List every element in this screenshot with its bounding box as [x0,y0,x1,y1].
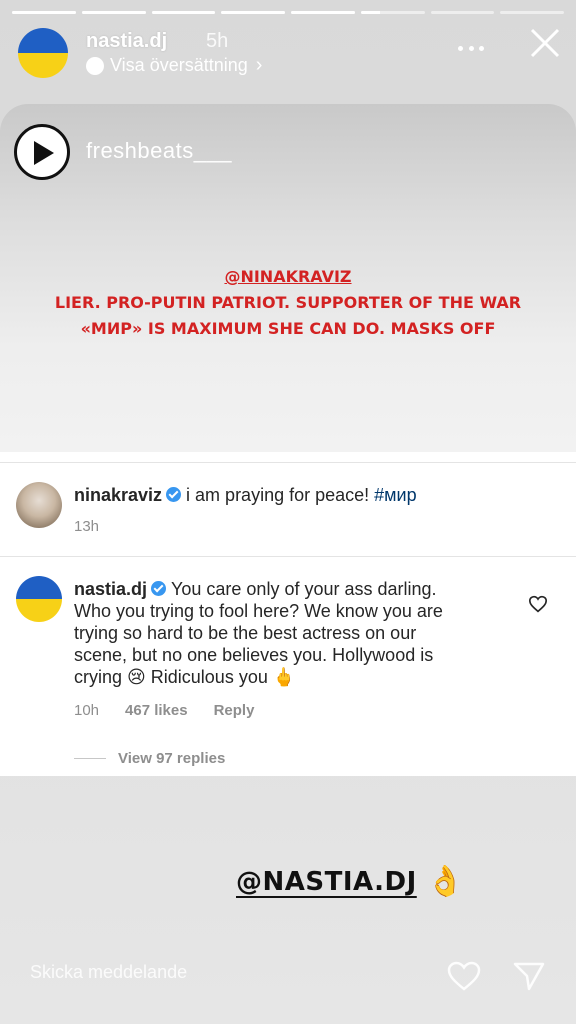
send-icon[interactable] [512,960,546,992]
translate-link[interactable]: Visa översättning › [86,54,262,77]
story-time: 5h [206,30,229,52]
comment-likes[interactable]: 467 likes [125,702,188,719]
comment-line: trying so hard to be the best actress on… [74,623,417,643]
like-heart-icon[interactable] [528,595,548,613]
reply-button[interactable]: Reply [214,702,255,719]
comment-text: i am praying for peace! [186,485,375,505]
shared-post: freshbeats___ @NINAKRAVIZ LIER. PRO-PUTI… [0,104,576,452]
chevron-right-icon: › [255,54,263,76]
post-line: LIER. PRO-PUTIN PATRIOT. SUPPORTER OF TH… [54,293,522,312]
progress-segment [151,11,216,14]
progress-segment [430,11,495,14]
comment-body: nastia.dj You care only of your ass darli… [74,578,514,688]
avatar[interactable] [16,576,62,622]
translate-icon [86,56,104,75]
comment-meta: 13h [74,518,99,535]
more-options-icon[interactable] [458,38,484,58]
comment-body: ninakraviz i am praying for peace! #мир [74,484,554,506]
comment-line: Who you trying to fool here? We know you… [74,601,443,621]
view-replies-link[interactable]: View 97 replies [74,750,225,767]
comment-time: 13h [74,518,100,535]
comment-time: 10h [74,702,100,719]
mention-sticker[interactable]: @NASTIA.DJ 👌 [236,864,465,899]
heart-icon[interactable] [446,960,482,992]
message-input[interactable]: Skicka meddelande [30,962,187,983]
music-label: freshbeats___ [86,138,232,163]
comment-meta: 10h 467 likes Reply [74,702,254,719]
avatar[interactable] [18,28,68,78]
story-header: nastia.dj 5h Visa översättning › [18,26,562,82]
verified-icon [166,487,182,502]
comments-panel: ninakraviz i am praying for peace! #мир 1… [0,452,576,776]
story-username[interactable]: nastia.dj [86,30,167,53]
post-text: @NINAKRAVIZ LIER. PRO-PUTIN PATRIOT. SUP… [0,264,576,342]
play-icon [34,141,54,165]
progress-segment [500,11,564,14]
progress-segment [81,11,146,14]
divider [74,758,106,759]
comment-line: You care only of your ass darling. [171,579,437,599]
comment-line: scene, but no one believes you. Hollywoo… [74,645,434,665]
hashtag-link[interactable]: #мир [374,485,416,505]
view-replies-label: View 97 replies [118,750,226,767]
post-line: «МИР» IS MAXIMUM SHE CAN DO. MASKS OFF [80,319,496,338]
verified-icon [151,581,167,596]
progress-segment [360,11,425,14]
comment-line: crying 😢 Ridiculous you 🖕 [74,667,296,687]
divider [0,462,576,463]
comment-username[interactable]: nastia.dj [74,579,147,599]
post-mention[interactable]: @NINAKRAVIZ [0,264,576,290]
close-icon[interactable] [528,26,562,60]
comment-username[interactable]: ninakraviz [74,485,162,505]
progress-segment [12,11,76,14]
progress-segment [291,11,355,14]
mention-text: @NASTIA.DJ [236,866,417,897]
avatar[interactable] [16,482,62,528]
play-button[interactable] [14,124,70,180]
progress-segment [221,11,285,14]
story-progress [12,11,564,14]
divider [0,556,576,557]
translate-label: Visa översättning [110,55,248,75]
ok-hand-icon: 👌 [426,864,465,899]
